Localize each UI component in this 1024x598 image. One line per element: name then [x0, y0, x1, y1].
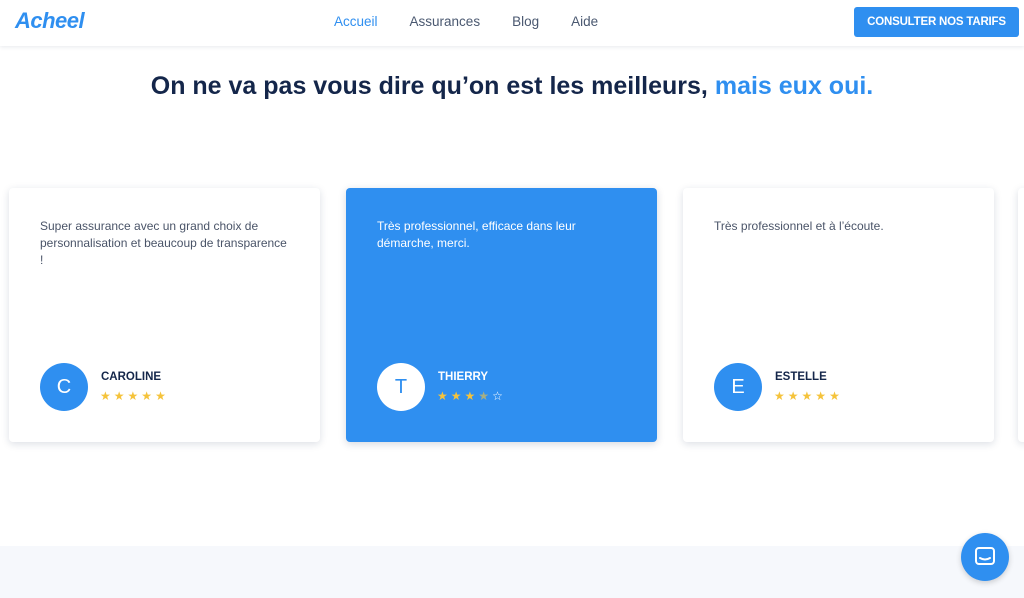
- star-icon: ☆: [492, 389, 506, 403]
- nav-links: Accueil Assurances Blog Aide: [334, 14, 630, 29]
- star-icon: ★: [113, 389, 128, 403]
- star-icon: ★: [815, 389, 830, 403]
- nav-link-accueil[interactable]: Accueil: [334, 14, 378, 29]
- star-icon: ★: [829, 389, 843, 403]
- review-card: Super assurance avec un grand choix de p…: [9, 188, 320, 442]
- next-card-peek: [1018, 188, 1024, 442]
- nav-link-blog[interactable]: Blog: [512, 14, 539, 29]
- review-quote: Très professionnel et à l’écoute.: [714, 219, 884, 233]
- review-card-featured: Très professionnel, efficace dans leur d…: [346, 188, 657, 442]
- reviewer-name: ESTELLE: [775, 371, 827, 383]
- review-quote: Très professionnel, efficace dans leur d…: [377, 219, 576, 250]
- star-icon: ★: [774, 389, 788, 403]
- star-icon: ★: [478, 389, 493, 403]
- avatar: C: [40, 363, 88, 411]
- logo[interactable]: Acheel: [15, 8, 85, 34]
- star-icon: ★: [141, 389, 156, 403]
- star-icon: ★: [100, 389, 114, 403]
- review-card: Très professionnel et à l’écoute. E ESTE…: [683, 188, 994, 442]
- star-icon: ★: [464, 389, 479, 403]
- star-icon: ★: [127, 389, 142, 403]
- star-icon: ★: [437, 389, 451, 403]
- page-headline: On ne va pas vous dire qu’on est les mei…: [0, 70, 1024, 102]
- reviewer-name: THIERRY: [438, 371, 489, 383]
- review-quote: Super assurance avec un grand choix de p…: [40, 219, 287, 267]
- star-icon: ★: [801, 389, 816, 403]
- footer-band: [0, 546, 1024, 598]
- chat-bubble-icon[interactable]: [961, 533, 1009, 581]
- star-rating: ★★★★☆: [437, 389, 506, 403]
- star-rating: ★★★★★: [100, 389, 169, 403]
- avatar: T: [377, 363, 425, 411]
- star-icon: ★: [155, 389, 169, 403]
- headline-main: On ne va pas vous dire qu’on est les mei…: [150, 72, 708, 100]
- nav-link-assurances[interactable]: Assurances: [410, 14, 481, 29]
- reviewer-name: CAROLINE: [101, 371, 162, 383]
- avatar: E: [714, 363, 762, 411]
- top-nav: Acheel Accueil Assurances Blog Aide CONS…: [0, 0, 1024, 46]
- star-rating: ★★★★★: [774, 389, 843, 403]
- star-icon: ★: [450, 389, 465, 403]
- consult-rates-button[interactable]: CONSULTER NOS TARIFS: [854, 7, 1019, 37]
- headline-highlight: mais eux oui.: [714, 72, 874, 100]
- star-icon: ★: [787, 389, 802, 403]
- nav-link-aide[interactable]: Aide: [571, 14, 598, 29]
